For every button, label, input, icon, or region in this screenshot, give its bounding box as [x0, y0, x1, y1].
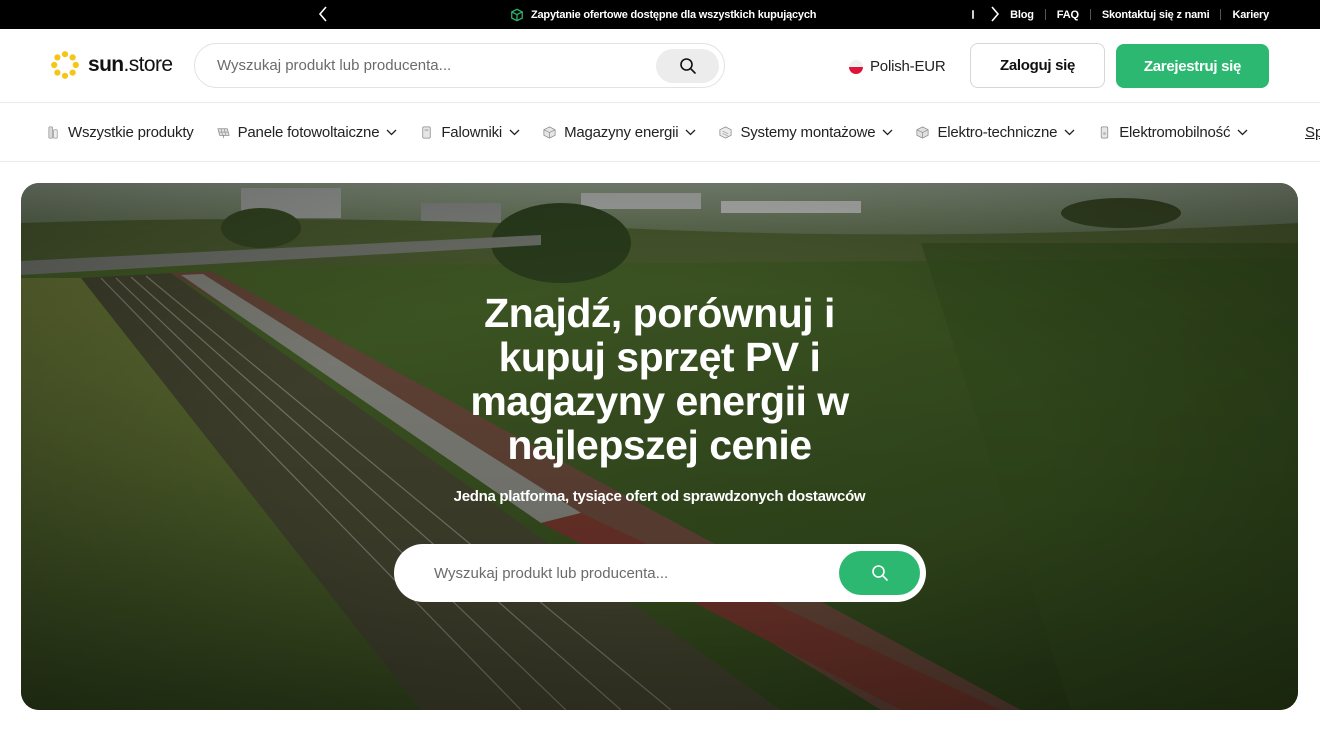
chevron-left-icon: [318, 6, 327, 22]
nav-item-label: Elektromobilność: [1119, 123, 1231, 141]
logo[interactable]: sun.store: [50, 50, 173, 80]
contact-link[interactable]: Skontaktuj się z nami: [1091, 9, 1221, 21]
chevron-down-icon: [509, 129, 520, 135]
electrical-icon: [916, 125, 929, 139]
site-header: sun.store Polish-EUR Zaloguj się Zarejes…: [0, 29, 1320, 103]
all-products-icon: [48, 126, 58, 138]
hero-title: Znajdź, porównuj i kupuj sprzęt PV i mag…: [21, 291, 1298, 467]
hero-title-line: magazyny energii w: [470, 378, 849, 424]
header-search-input[interactable]: [217, 44, 637, 87]
hero-title-line: Znajdź, porównuj i: [484, 290, 835, 336]
package-icon: [511, 8, 523, 21]
nav-item-label: Systemy montażowe: [740, 123, 876, 141]
nav-item-emobility[interactable]: Elektromobilność: [1096, 124, 1248, 141]
language-label: Polish-EUR: [870, 58, 946, 75]
nav-item-energy-storage[interactable]: Magazyny energii: [541, 124, 696, 141]
nav-item-label: Magazyny energii: [564, 123, 679, 141]
nav-item-label: Wszystkie produkty: [68, 123, 194, 141]
nav-item-all-products[interactable]: Wszystkie produkty: [45, 124, 194, 141]
hero-title-line: najlepszej cenie: [507, 422, 812, 468]
chevron-down-icon: [1064, 129, 1075, 135]
hero-banner: Znajdź, porównuj i kupuj sprzęt PV i mag…: [21, 183, 1298, 710]
nav-item-label: Panele fotowoltaiczne: [237, 123, 380, 141]
category-nav: Wszystkie produkty Panele fotowoltaiczne…: [0, 103, 1320, 162]
announcement[interactable]: Zapytanie ofertowe dostępne dla wszystki…: [510, 0, 816, 29]
hero-subtitle: Jedna platforma, tysiące ofert od sprawd…: [453, 488, 866, 505]
nav-item-mounting-systems[interactable]: Systemy montażowe: [717, 124, 893, 141]
header-search: [194, 43, 725, 88]
brand-name: sun.store: [88, 53, 173, 76]
search-icon: [871, 565, 888, 581]
nav-item-label: Elektro-techniczne: [937, 123, 1058, 141]
search-icon: [679, 58, 696, 74]
sun-logo-icon: [51, 51, 79, 79]
hero-search-input[interactable]: [434, 544, 824, 602]
register-button[interactable]: Zarejestruj się: [1116, 44, 1269, 88]
nav-item-label: Falowniki: [441, 123, 503, 141]
carousel-indicator: [972, 10, 974, 19]
hero-search-button[interactable]: [839, 551, 920, 595]
chevron-down-icon: [386, 129, 397, 135]
login-button[interactable]: Zaloguj się: [970, 43, 1105, 88]
nav-item-solar-panels[interactable]: Panele fotowoltaiczne: [215, 124, 398, 141]
solar-panel-icon: [216, 127, 230, 138]
nav-item-inverters[interactable]: Falowniki: [418, 124, 520, 141]
ev-charger-icon: [1101, 126, 1109, 138]
inverter-icon: [422, 126, 431, 138]
mounting-icon: [719, 125, 732, 139]
faq-link[interactable]: FAQ: [1046, 9, 1090, 21]
chevron-down-icon: [685, 129, 696, 135]
announcement-bar: Zapytanie ofertowe dostępne dla wszystki…: [0, 0, 1320, 29]
blog-link[interactable]: Blog: [999, 9, 1045, 21]
battery-icon: [543, 125, 556, 139]
hero-search: [394, 544, 926, 602]
announcement-text: Zapytanie ofertowe dostępne dla wszystki…: [531, 8, 817, 21]
nav-item-electrical[interactable]: Elektro-techniczne: [914, 124, 1075, 141]
header-search-button[interactable]: [656, 49, 719, 83]
language-currency-selector[interactable]: Polish-EUR: [849, 58, 946, 75]
top-links: Blog FAQ Skontaktuj się z nami Kariery: [999, 0, 1269, 29]
careers-link[interactable]: Kariery: [1221, 9, 1269, 21]
chevron-down-icon: [1237, 129, 1248, 135]
chevron-down-icon: [882, 129, 893, 135]
previous-announcement-button[interactable]: [314, 5, 332, 23]
hero-title-line: kupuj sprzęt PV i: [498, 334, 821, 380]
poland-flag-icon: [849, 59, 863, 74]
nav-item-overflow[interactable]: Sp: [1305, 124, 1320, 141]
